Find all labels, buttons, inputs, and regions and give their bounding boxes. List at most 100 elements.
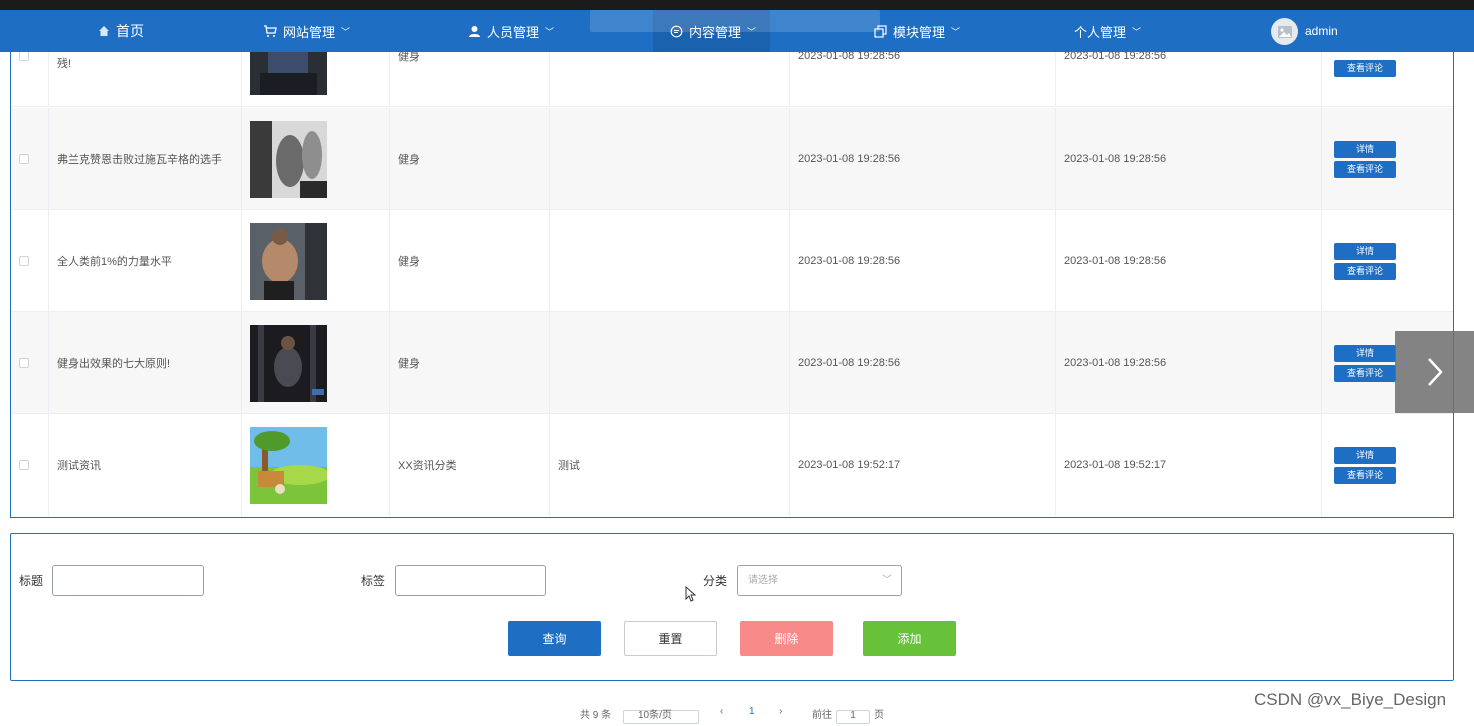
home-icon <box>99 26 109 36</box>
chevron-right-icon <box>1427 358 1443 386</box>
username-label[interactable]: admin <box>1305 10 1338 52</box>
view-comments-button[interactable]: 查看评论 <box>1334 262 1396 280</box>
nav-module-management[interactable]: 模块管理 ﹀ <box>874 10 960 52</box>
delete-button[interactable]: 删除 <box>740 621 833 656</box>
detail-button[interactable]: 详情 <box>1334 140 1396 158</box>
created-cell: 2023-01-08 19:28:56 <box>790 312 1056 414</box>
next-page-icon[interactable]: › <box>779 706 782 726</box>
title-input[interactable] <box>52 565 204 596</box>
detail-button[interactable]: 详情 <box>1334 344 1396 362</box>
query-label: 查询 <box>542 632 567 646</box>
row-updated: 2023-01-08 19:52:17 <box>1064 459 1167 471</box>
view-comments-button[interactable]: 查看评论 <box>1334 160 1396 178</box>
nav-home[interactable]: 首页 <box>98 10 144 52</box>
category-placeholder: 请选择 <box>748 575 778 586</box>
category-cell: 健身 <box>390 108 550 210</box>
image-cell <box>242 414 390 516</box>
row-created: 2023-01-08 19:52:17 <box>798 459 901 471</box>
pager-total: 共 9 条 <box>580 710 612 721</box>
created-cell: 2023-01-08 19:52:17 <box>790 414 1056 516</box>
row-thumbnail <box>250 120 327 198</box>
reset-label: 重置 <box>658 632 683 646</box>
add-label: 添加 <box>897 632 922 646</box>
actions-cell: 详情 查看评论 <box>1322 414 1453 516</box>
next-slide-button[interactable] <box>1395 331 1474 413</box>
category-cell: XX资讯分类 <box>390 414 550 516</box>
page-size-select[interactable]: 10条/页 <box>623 710 699 724</box>
title-cell: 全人类前1%的力量水平 <box>49 210 242 312</box>
chevron-down-icon: ﹀ <box>545 26 555 37</box>
delete-label: 删除 <box>774 632 799 646</box>
row-checkbox[interactable] <box>19 358 29 368</box>
query-button[interactable]: 查询 <box>508 621 601 656</box>
row-category: 健身 <box>398 154 420 166</box>
row-category: 健身 <box>398 256 420 268</box>
add-button[interactable]: 添加 <box>863 621 956 656</box>
row-thumbnail <box>250 222 327 300</box>
row-created: 2023-01-08 19:28:56 <box>798 255 901 267</box>
cart-icon <box>264 25 277 37</box>
nav-home-label: 首页 <box>116 23 144 39</box>
nav-site-label: 网站管理 <box>283 24 336 40</box>
nav-personal-management[interactable]: 个人管理 ﹀ <box>1074 10 1141 52</box>
row-title: 测试资讯 <box>57 460 101 472</box>
tags-cell <box>550 312 790 414</box>
chevron-down-icon: ﹀ <box>341 26 351 37</box>
row-updated: 2023-01-08 19:28:56 <box>1064 153 1167 165</box>
view-comments-button[interactable]: 查看评论 <box>1334 466 1396 484</box>
row-checkbox-cell <box>11 210 49 312</box>
row-category: XX资讯分类 <box>398 460 457 472</box>
view-comments-button[interactable]: 查看评论 <box>1334 59 1396 77</box>
goto-page-input[interactable]: 1 <box>836 710 870 724</box>
updated-cell: 2023-01-08 19:52:17 <box>1056 414 1322 516</box>
row-checkbox[interactable] <box>19 460 29 470</box>
row-title: 全人类前1%的力量水平 <box>57 256 172 268</box>
chevron-down-icon: ﹀ <box>882 575 892 586</box>
nav-site-management[interactable]: 网站管理 ﹀ <box>263 10 350 52</box>
page-unit-label: 页 <box>874 710 884 721</box>
user-icon <box>469 25 480 37</box>
chevron-down-icon: ﹀ <box>1132 26 1142 37</box>
row-checkbox-cell <box>11 414 49 516</box>
updated-cell: 2023-01-08 19:28:56 <box>1056 312 1322 414</box>
reset-button[interactable]: 重置 <box>624 621 717 656</box>
current-page[interactable]: 1 <box>749 706 755 726</box>
image-cell <box>242 210 390 312</box>
search-panel: 标题 标签 分类 请选择 ﹀ 查询 重置 删除 添加 <box>10 533 1454 681</box>
row-thumbnail <box>250 324 327 402</box>
csdn-watermark: CSDN @vx_Biye_Design <box>1254 690 1447 709</box>
news-table: 残! 健身 2023-01-08 19:28:56 2023-01-08 19:… <box>10 10 1454 518</box>
nav-people-label: 人员管理 <box>487 24 540 40</box>
goto-page-value: 1 <box>850 710 856 721</box>
view-comments-button[interactable]: 查看评论 <box>1334 364 1396 382</box>
row-checkbox[interactable] <box>19 51 29 61</box>
row-tags: 测试 <box>558 460 580 472</box>
row-checkbox-cell <box>11 312 49 414</box>
title-cell: 测试资讯 <box>49 414 242 516</box>
image-icon <box>1277 25 1292 38</box>
avatar[interactable] <box>1271 18 1298 45</box>
category-label: 分类 <box>703 574 728 588</box>
row-title: 残! <box>57 58 72 70</box>
prev-page-icon[interactable]: ‹ <box>720 706 723 726</box>
category-select[interactable]: 请选择 ﹀ <box>737 565 902 596</box>
faded-tooltip <box>590 10 880 32</box>
created-cell: 2023-01-08 19:28:56 <box>790 108 1056 210</box>
mouse-cursor-icon <box>685 586 697 602</box>
detail-button[interactable]: 详情 <box>1334 446 1396 464</box>
actions-cell: 详情 查看评论 <box>1322 210 1453 312</box>
row-checkbox[interactable] <box>19 256 29 266</box>
detail-button[interactable]: 详情 <box>1334 242 1396 260</box>
title-cell: 弗兰克赞恩击败过施瓦辛格的选手 <box>49 108 242 210</box>
row-title: 弗兰克赞恩击败过施瓦辛格的选手 <box>57 154 222 166</box>
updated-cell: 2023-01-08 19:28:56 <box>1056 108 1322 210</box>
row-checkbox[interactable] <box>19 154 29 164</box>
actions-cell: 详情 查看评论 <box>1322 108 1453 210</box>
image-cell <box>242 108 390 210</box>
page-size-label: 10条/页 <box>638 710 672 721</box>
tag-input[interactable] <box>395 565 546 596</box>
row-thumbnail <box>250 426 327 504</box>
category-cell: 健身 <box>390 210 550 312</box>
tags-cell <box>550 108 790 210</box>
nav-people-management[interactable]: 人员管理 ﹀ <box>468 10 554 52</box>
